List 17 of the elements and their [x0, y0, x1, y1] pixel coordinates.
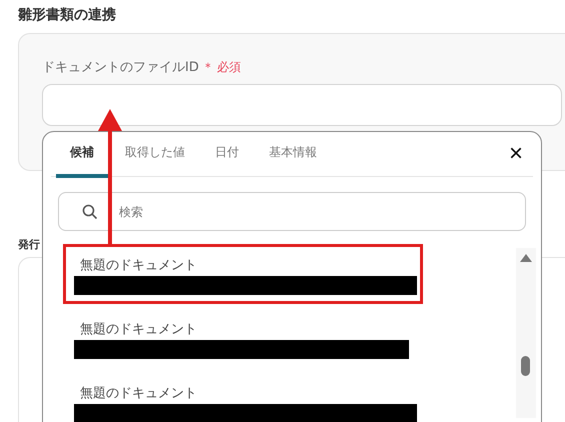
scrollbar[interactable]	[516, 248, 536, 418]
scroll-thumb[interactable]	[521, 356, 530, 376]
required-label: 必須	[216, 58, 241, 76]
tab[interactable]: 基本情報	[255, 130, 331, 178]
field-label: ドキュメントのファイルID	[42, 59, 199, 76]
section-title: 雛形書類の連携	[18, 6, 117, 25]
section-title: 発行	[18, 237, 41, 253]
tab[interactable]: 取得した値	[111, 130, 199, 178]
required-mark: ＊	[202, 58, 214, 76]
input-field[interactable]	[42, 84, 562, 126]
search-field[interactable]: 検索	[58, 192, 526, 231]
tab[interactable]: 日付	[201, 130, 253, 178]
scroll-up-icon[interactable]	[520, 254, 532, 262]
list-item[interactable]: 無題のドキュメント	[63, 372, 423, 422]
list-item[interactable]: 無題のドキュメント	[63, 244, 423, 304]
close-button[interactable]: ×	[502, 140, 529, 168]
list-item[interactable]: 無題のドキュメント	[63, 308, 423, 368]
